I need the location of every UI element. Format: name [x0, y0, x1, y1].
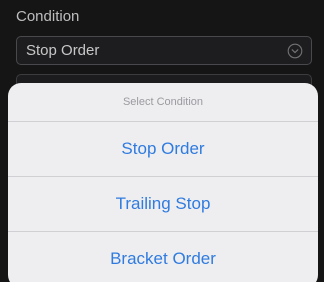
option-bracket-order[interactable]: Bracket Order: [8, 232, 318, 282]
select-condition-sheet: Select Condition Stop Order Trailing Sto…: [8, 83, 318, 282]
order-form-screen: Condition Stop Order Select Condition St…: [0, 0, 324, 282]
option-trailing-stop[interactable]: Trailing Stop: [8, 177, 318, 232]
option-stop-order[interactable]: Stop Order: [8, 122, 318, 177]
sheet-title: Select Condition: [8, 83, 318, 122]
